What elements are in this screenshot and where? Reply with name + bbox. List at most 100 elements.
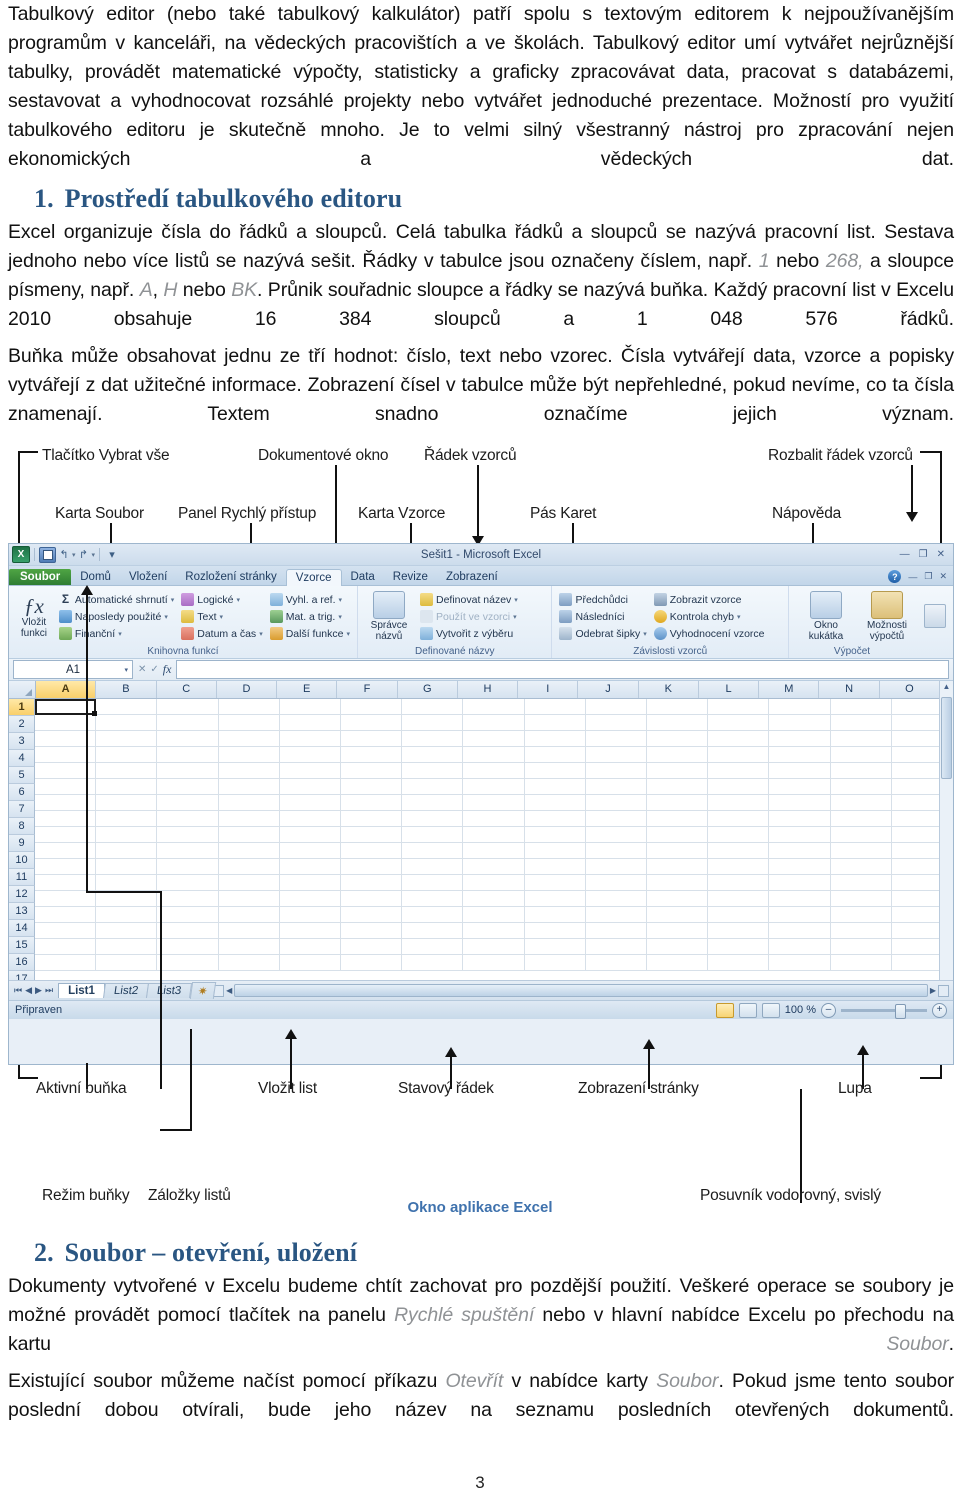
define-name-caret-icon[interactable]: ▾	[514, 596, 518, 604]
recently-used-caret-icon[interactable]: ▾	[164, 613, 168, 621]
grid-cell-B15[interactable]	[96, 923, 158, 939]
grid-cell-H1[interactable]	[463, 699, 525, 715]
grid-cell-H8[interactable]	[463, 811, 525, 827]
grid-cell-C2[interactable]	[157, 715, 219, 731]
grid-cell-J2[interactable]	[585, 715, 648, 731]
grid-cell-M8[interactable]	[769, 811, 831, 827]
grid-cell-M16[interactable]	[769, 939, 831, 955]
grid-cell-F11[interactable]	[341, 859, 403, 875]
grid-cell-E12[interactable]	[279, 875, 342, 891]
grid-cell-I13[interactable]	[524, 891, 586, 907]
autosum-button[interactable]: Σ Automatické shrnutí ▾	[57, 592, 176, 608]
tab-vlozeni[interactable]: Vložení	[120, 569, 176, 585]
horizontal-scrollbar[interactable]: ◀ ▶	[213, 984, 953, 997]
grid-cell-B12[interactable]	[96, 875, 158, 891]
grid-cell-G11[interactable]	[402, 859, 464, 875]
row-header-10[interactable]: 10	[9, 852, 35, 869]
math-trig-button[interactable]: Mat. a trig. ▾	[268, 609, 352, 625]
grid-cell-F12[interactable]	[341, 875, 403, 891]
grid-cell-C3[interactable]	[157, 731, 219, 747]
grid-cell-L17[interactable]	[708, 955, 770, 971]
grid-cell-N17[interactable]	[830, 955, 892, 971]
grid-cell-C10[interactable]	[157, 843, 219, 859]
grid-cell-H4[interactable]	[463, 747, 525, 763]
grid-cell-E3[interactable]	[279, 731, 342, 747]
row-header-7[interactable]: 7	[9, 801, 35, 818]
column-header-k[interactable]: K	[639, 681, 699, 698]
grid-cell-N1[interactable]	[830, 699, 892, 715]
column-header-j[interactable]: J	[578, 681, 639, 698]
sheet-nav-last-icon[interactable]: ⏭	[45, 985, 53, 996]
grid-cell-J10[interactable]	[585, 843, 648, 859]
row-header-16[interactable]: 16	[9, 954, 35, 971]
grid-cell-M14[interactable]	[769, 907, 831, 923]
grid-cell-L10[interactable]	[708, 843, 770, 859]
grid-cell-I11[interactable]	[524, 859, 586, 875]
restore-icon[interactable]: ❐	[919, 549, 928, 560]
grid-cell-K14[interactable]	[647, 907, 709, 923]
grid-cell-N3[interactable]	[830, 731, 892, 747]
grid-cell-B1[interactable]	[96, 699, 158, 715]
vertical-scrollbar[interactable]: ▲	[939, 681, 953, 980]
grid-cell-H6[interactable]	[463, 779, 525, 795]
grid-cell-F5[interactable]	[341, 763, 403, 779]
grid-cell-G14[interactable]	[402, 907, 464, 923]
grid-cell-N5[interactable]	[830, 763, 892, 779]
lookup-reference-caret-icon[interactable]: ▾	[339, 596, 343, 604]
grid-cell-I17[interactable]	[524, 955, 586, 971]
accept-icon[interactable]: ✓	[150, 664, 158, 675]
grid-cell-E5[interactable]	[279, 763, 342, 779]
grid-cell-E4[interactable]	[279, 747, 342, 763]
zoom-in-icon[interactable]: +	[932, 1002, 947, 1018]
tab-rozlozeni-stranky[interactable]: Rozložení stránky	[176, 569, 285, 585]
scroll-right-icon[interactable]: ▶	[930, 986, 936, 995]
grid-cell-G2[interactable]	[402, 715, 464, 731]
tab-vzorce[interactable]: Vzorce	[285, 569, 342, 586]
use-in-formula-caret-icon[interactable]: ▾	[513, 613, 517, 621]
page-break-view-icon[interactable]	[761, 1002, 780, 1018]
grid-cell-M4[interactable]	[769, 747, 831, 763]
undo-icon[interactable]: ↰	[56, 547, 72, 562]
formula-input[interactable]	[176, 660, 949, 679]
math-trig-caret-icon[interactable]: ▾	[338, 613, 342, 621]
help-icon[interactable]: ?	[888, 570, 902, 583]
grid-cell-L1[interactable]	[708, 699, 770, 715]
sheet-tab-list1[interactable]: List1	[58, 983, 105, 998]
grid-cell-I16[interactable]	[524, 939, 586, 955]
grid-cell-I12[interactable]	[524, 875, 586, 891]
grid-cell-F1[interactable]	[341, 699, 403, 715]
grid-cell-G8[interactable]	[402, 811, 464, 827]
insert-sheet-icon[interactable]: ✷	[189, 982, 216, 999]
grid-cell-B3[interactable]	[96, 731, 158, 747]
grid-cell-E11[interactable]	[279, 859, 342, 875]
vertical-scroll-thumb[interactable]	[941, 697, 952, 779]
grid-cell-E10[interactable]	[279, 843, 342, 859]
grid-cell-N12[interactable]	[830, 875, 892, 891]
row-header-5[interactable]: 5	[9, 767, 35, 784]
zoom-level-label[interactable]: 100 %	[785, 1004, 816, 1016]
grid-cell-M5[interactable]	[769, 763, 831, 779]
name-manager-button[interactable]: Správce názvů	[363, 588, 415, 645]
grid-cell-E9[interactable]	[279, 827, 342, 843]
row-header-8[interactable]: 8	[9, 818, 35, 835]
sheet-tab-list3[interactable]: List3	[146, 983, 193, 998]
grid-cell-N15[interactable]	[830, 923, 892, 939]
grid-cell-F2[interactable]	[341, 715, 403, 731]
name-box[interactable]: A1 ▾	[13, 660, 133, 679]
grid-cell-K5[interactable]	[647, 763, 709, 779]
row-header-4[interactable]: 4	[9, 750, 35, 767]
grid-cell-M13[interactable]	[769, 891, 831, 907]
grid-cell-I6[interactable]	[524, 779, 586, 795]
grid-cell-A16[interactable]	[35, 939, 97, 955]
grid-cell-G3[interactable]	[402, 731, 464, 747]
grid-cell-D8[interactable]	[218, 811, 280, 827]
grid-cell-J12[interactable]	[585, 875, 648, 891]
grid-cell-F9[interactable]	[341, 827, 403, 843]
grid-cell-D17[interactable]	[218, 955, 280, 971]
grid-cell-E2[interactable]	[279, 715, 342, 731]
grid-cell-D10[interactable]	[218, 843, 280, 859]
zoom-out-icon[interactable]: –	[821, 1002, 836, 1018]
sheet-nav-next-icon[interactable]: ▶	[35, 985, 42, 996]
redo-caret-icon[interactable]: ▾	[92, 551, 96, 559]
grid-cell-J16[interactable]	[585, 939, 648, 955]
